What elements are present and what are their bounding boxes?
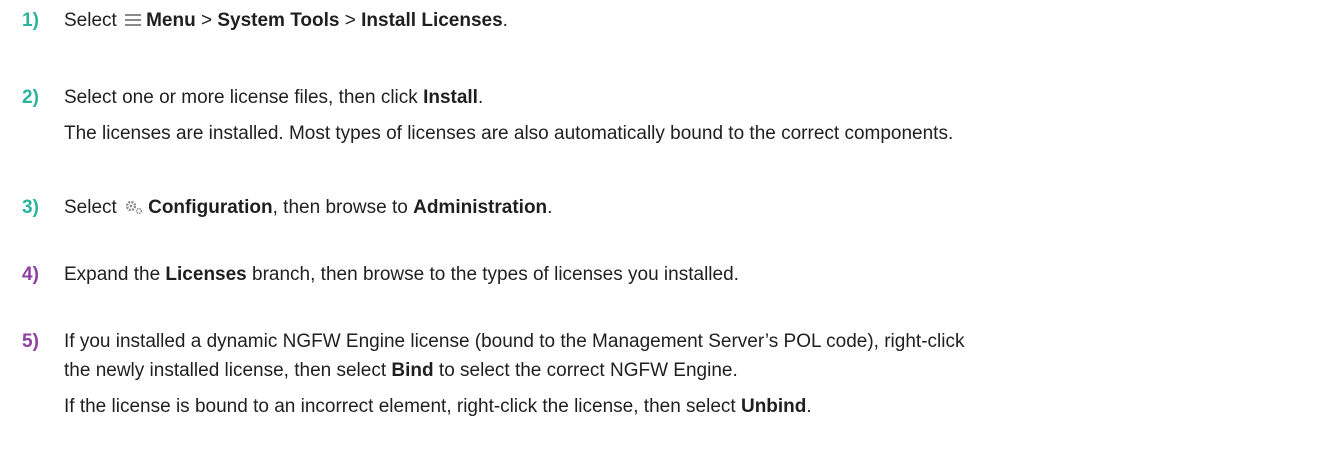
- step-number: 3): [22, 197, 39, 218]
- step-body: Select Configuration, then browse to Adm…: [64, 195, 1324, 223]
- step-text-line: the newly installed license, then select…: [64, 358, 1324, 384]
- text-run: If the license is bound to an incorrect …: [64, 396, 741, 417]
- text-run: The licenses are installed. Most types o…: [64, 123, 954, 144]
- step-text-line: Expand the Licenses branch, then browse …: [64, 262, 1324, 288]
- ui-term: Install Licenses: [361, 10, 503, 31]
- step-body: Select one or more license files, then c…: [64, 85, 1324, 147]
- step-text-line: Select Configuration, then browse to Adm…: [64, 195, 1324, 223]
- ui-term: Bind: [391, 360, 434, 381]
- step-body: If you installed a dynamic NGFW Engine l…: [64, 329, 1324, 420]
- step-body: Select Menu > System Tools > Install Lic…: [64, 8, 1324, 36]
- text-run: .: [502, 10, 508, 31]
- step-result-line: If the license is bound to an incorrect …: [64, 394, 1324, 420]
- text-run: Select: [64, 197, 123, 218]
- text-run: .: [806, 396, 812, 417]
- gears-icon: [124, 197, 144, 223]
- step-text-line: Select Menu > System Tools > Install Lic…: [64, 8, 1324, 36]
- step-number: 5): [22, 331, 39, 352]
- step-text-line: If you installed a dynamic NGFW Engine l…: [64, 329, 1324, 355]
- text-run: >: [195, 10, 218, 31]
- text-run: .: [547, 197, 553, 218]
- step-result-line: The licenses are installed. Most types o…: [64, 121, 1324, 147]
- text-run: , then browse to: [272, 197, 414, 218]
- text-run: Select one or more license files, then c…: [64, 87, 424, 108]
- text-run: >: [339, 10, 362, 31]
- text-run: the newly installed license, then select: [64, 360, 392, 381]
- text-run: to select the correct NGFW Engine.: [433, 360, 738, 381]
- ui-term: System Tools: [217, 10, 340, 31]
- text-run: If you installed a dynamic NGFW Engine l…: [64, 331, 965, 352]
- text-run: Select: [64, 10, 123, 31]
- menu-icon: [124, 10, 142, 36]
- step-number: 1): [22, 10, 39, 31]
- step-body: Expand the Licenses branch, then browse …: [64, 262, 1324, 288]
- text-run: branch, then browse to the types of lice…: [246, 264, 739, 285]
- ui-term: Licenses: [165, 264, 247, 285]
- step-number: 2): [22, 87, 39, 108]
- text-run: Expand the: [64, 264, 166, 285]
- ui-term: Configuration: [148, 197, 273, 218]
- ui-term: Administration: [413, 197, 548, 218]
- step-text-line: Select one or more license files, then c…: [64, 85, 1324, 111]
- ui-term: Unbind: [740, 396, 807, 417]
- text-run: .: [477, 87, 484, 108]
- ui-term: Install: [423, 87, 478, 108]
- step-number: 4): [22, 264, 39, 285]
- ui-term: Menu: [146, 10, 196, 31]
